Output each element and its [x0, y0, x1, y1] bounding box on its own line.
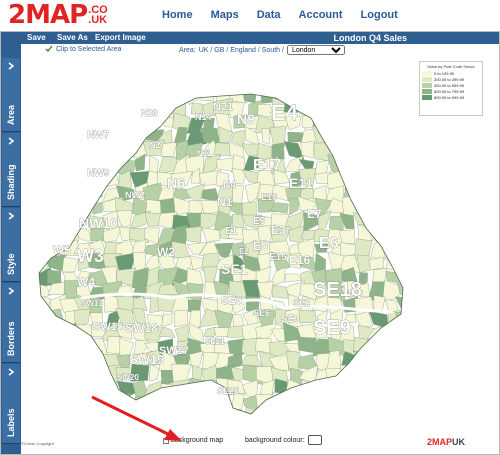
app-page: 2MAP .CO .UK Home Maps Data Account Logo… [0, 0, 500, 455]
annotation-arrow [91, 395, 182, 441]
